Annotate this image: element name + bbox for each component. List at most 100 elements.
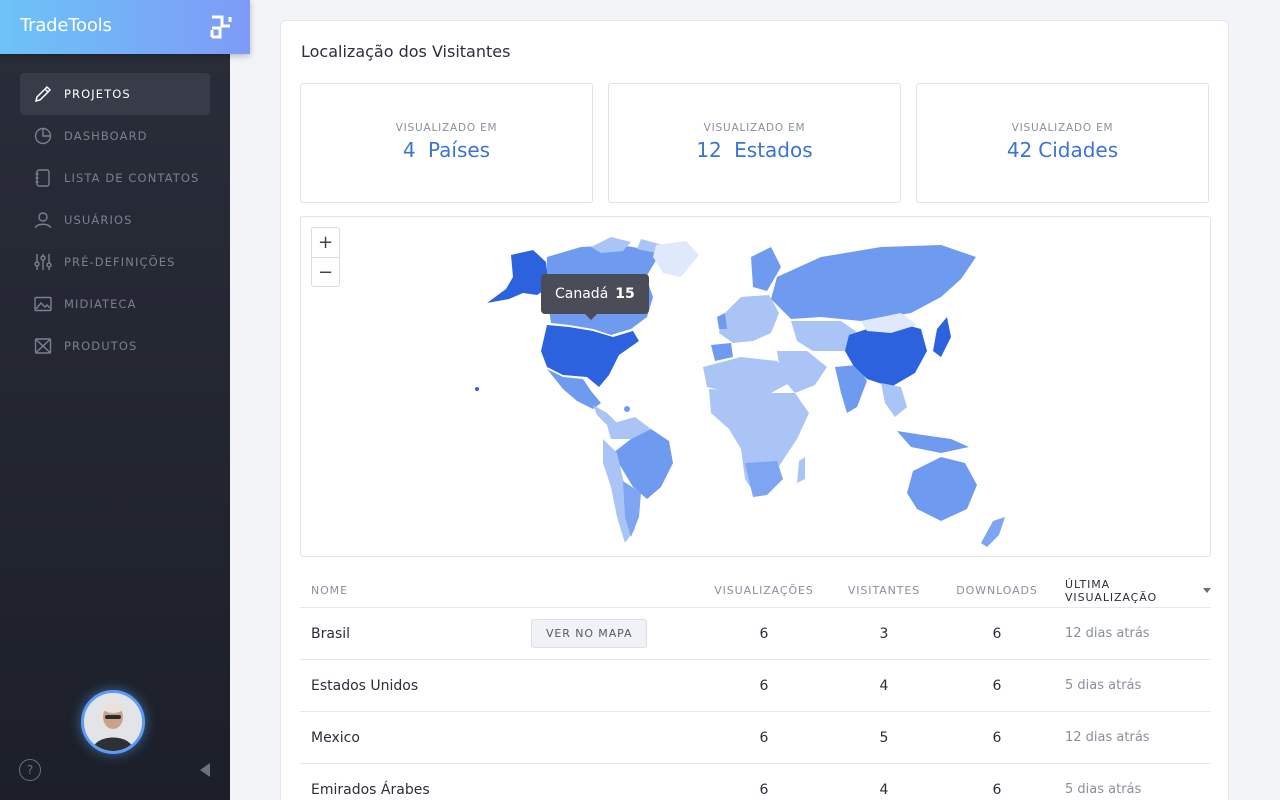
stat-number: 4 (402, 138, 416, 162)
map-region-australia (907, 457, 977, 521)
stat-caption: VISUALIZADO EM (1011, 122, 1114, 134)
help-icon[interactable]: ? (19, 759, 41, 781)
table-row[interactable]: Mexico 6 5 6 12 dias atrás (300, 712, 1211, 764)
cell-last-view: 5 dias atrás (1065, 782, 1142, 797)
zoom-in-button[interactable]: + (312, 228, 339, 257)
cell-downloads: 6 (992, 781, 1002, 798)
avatar[interactable] (81, 690, 145, 754)
pie-chart-icon (32, 125, 54, 147)
cell-views: 6 (759, 781, 769, 798)
cell-downloads: 6 (992, 729, 1002, 746)
header-name[interactable]: NOME (311, 574, 348, 607)
page-title: Localização dos Visitantes (301, 42, 511, 61)
map-region-europe (719, 295, 779, 343)
map-region-iberia (711, 343, 733, 361)
map-region-greenland (653, 241, 699, 277)
cell-visitors: 4 (879, 781, 889, 798)
stat-value: 12 Estados (609, 138, 900, 162)
view-on-map-button[interactable]: VER NO MAPA (531, 619, 648, 648)
map-region-madagascar (797, 457, 805, 483)
collapse-sidebar-icon[interactable] (200, 763, 210, 777)
brand-name: TradeTools (20, 15, 112, 36)
sidebar-item-produtos[interactable]: PRODUTOS (20, 325, 210, 367)
map-region-indonesia (897, 431, 969, 453)
stat-value: 42 Cidades (917, 138, 1208, 162)
cell-visitors: 3 (879, 625, 889, 642)
header-last-view[interactable]: ÚLTIMA VISUALIZAÇÃO (1065, 574, 1211, 607)
cell-downloads: 6 (992, 625, 1002, 642)
stat-unit: Estados (734, 138, 813, 162)
sidebar-item-midiateca[interactable]: MIDIATECA (20, 283, 210, 325)
pencil-icon (32, 83, 54, 105)
sliders-icon (32, 251, 54, 273)
zoom-control: + − (311, 227, 340, 287)
world-map-shapes (475, 237, 1005, 547)
stat-cities: VISUALIZADO EM 42 Cidades (916, 83, 1209, 203)
stat-states: VISUALIZADO EM 12 Estados (608, 83, 901, 203)
visitor-location-card: Localização dos Visitantes VISUALIZADO E… (280, 20, 1229, 800)
sidebar-item-label: DASHBOARD (64, 129, 148, 143)
box-icon (32, 335, 54, 357)
sidebar-item-projetos[interactable]: PROJETOS (20, 73, 210, 115)
sidebar-item-label: PROJETOS (64, 87, 131, 101)
map-region-africa-south (745, 461, 783, 497)
sidebar-item-pre-definicoes[interactable]: PRÉ-DEFINIÇÕES (20, 241, 210, 283)
stat-unit: Países (427, 138, 491, 162)
map-region-russia (771, 245, 976, 321)
sidebar-item-lista-de-contatos[interactable]: LISTA DE CONTATOS (20, 157, 210, 199)
stat-number: 12 (696, 138, 722, 162)
sidebar-item-label: MIDIATECA (64, 297, 137, 311)
map-region-japan (933, 317, 951, 357)
cell-name: Emirados Árabes (311, 781, 430, 798)
cell-visitors: 4 (879, 677, 889, 694)
sort-desc-icon (1203, 588, 1211, 593)
stat-value: 4 Países (301, 138, 592, 162)
map-region-southeast-asia (881, 383, 907, 417)
stat-caption: VISUALIZADO EM (703, 122, 806, 134)
cell-last-view: 12 dias atrás (1065, 730, 1150, 745)
table-header: NOME VISUALIZAÇÕES VISITANTES DOWNLOADS … (300, 574, 1211, 608)
cell-views: 6 (759, 729, 769, 746)
sidebar: PROJETOS DASHBOARD LISTA DE CONTATOS USU… (0, 0, 230, 800)
world-map[interactable]: + − Canadá 15 (300, 216, 1211, 557)
cell-views: 6 (759, 625, 769, 642)
map-region-caribbean (624, 406, 630, 412)
logo-icon (210, 15, 232, 39)
cell-name: Brasil (311, 625, 351, 642)
cell-name: Estados Unidos (311, 677, 419, 694)
map-region-alaska (487, 250, 549, 303)
user-icon (32, 209, 54, 231)
header-visitors[interactable]: VISITANTES (828, 574, 940, 607)
cell-visitors: 5 (879, 729, 889, 746)
image-icon (32, 293, 54, 315)
sidebar-nav: PROJETOS DASHBOARD LISTA DE CONTATOS USU… (20, 73, 210, 367)
table-row[interactable]: Estados Unidos 6 4 6 5 dias atrás (300, 660, 1211, 712)
header-views[interactable]: VISUALIZAÇÕES (700, 574, 828, 607)
tooltip-value: 15 (615, 286, 635, 302)
sidebar-item-label: PRÉ-DEFINIÇÕES (64, 255, 176, 269)
countries-table: NOME VISUALIZAÇÕES VISITANTES DOWNLOADS … (300, 574, 1211, 800)
brand-header: TradeTools (0, 0, 250, 54)
header-last-view-label: ÚLTIMA VISUALIZAÇÃO (1065, 577, 1158, 604)
table-row[interactable]: Brasil VER NO MAPA 6 3 6 12 dias atrás (300, 608, 1211, 660)
cell-last-view: 12 dias atrás (1065, 626, 1150, 641)
table-row[interactable]: Emirados Árabes 6 4 6 5 dias atrás (300, 764, 1211, 800)
map-tooltip: Canadá 15 (541, 274, 649, 320)
sidebar-item-dashboard[interactable]: DASHBOARD (20, 115, 210, 157)
address-book-icon (32, 167, 54, 189)
cell-last-view: 5 dias atrás (1065, 678, 1142, 693)
tooltip-country: Canadá (555, 286, 609, 302)
header-downloads[interactable]: DOWNLOADS (940, 574, 1054, 607)
stat-caption: VISUALIZADO EM (395, 122, 498, 134)
cell-views: 6 (759, 677, 769, 694)
cell-downloads: 6 (992, 677, 1002, 694)
cell-action: VER NO MAPA (531, 608, 648, 659)
stat-countries: VISUALIZADO EM 4 Países (300, 83, 593, 203)
sidebar-item-usuarios[interactable]: USUÁRIOS (20, 199, 210, 241)
zoom-out-button[interactable]: − (312, 257, 339, 286)
stat-number: 42 (1006, 138, 1033, 162)
map-region-hawaii (475, 387, 479, 391)
stat-unit: Cidades (1038, 138, 1119, 162)
sidebar-item-label: PRODUTOS (64, 339, 138, 353)
cell-name: Mexico (311, 729, 360, 746)
